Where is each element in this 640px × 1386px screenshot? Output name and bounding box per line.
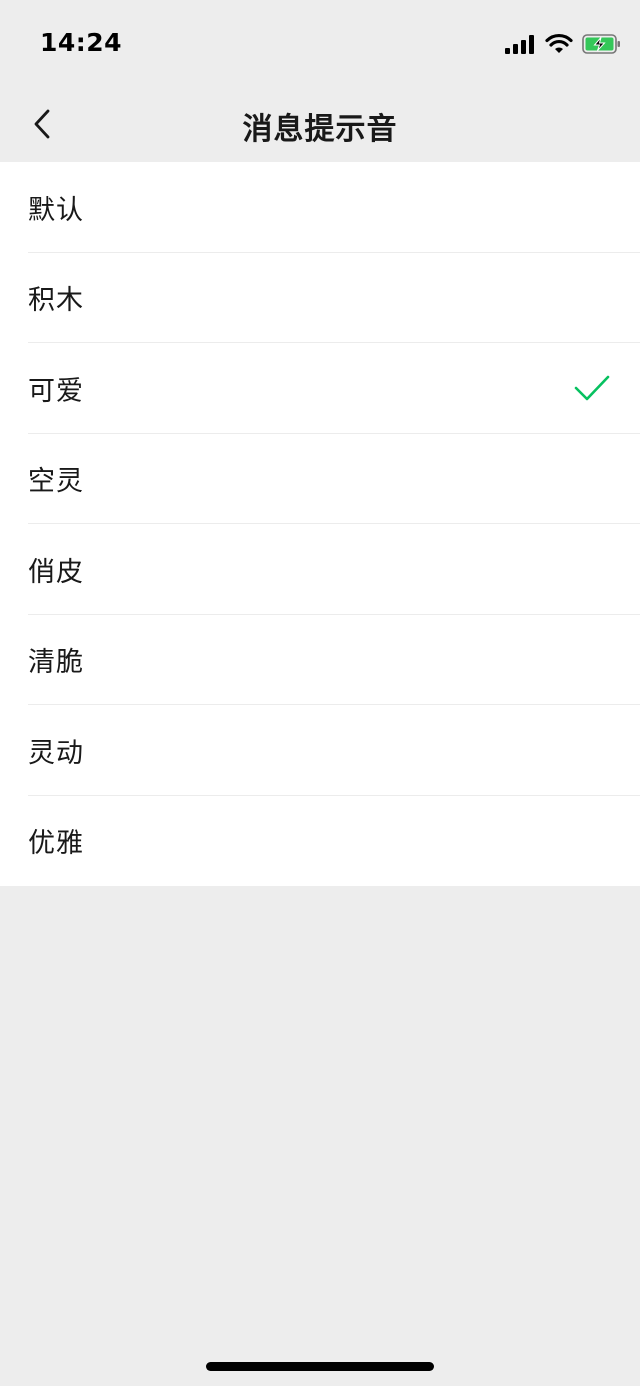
- page-title: 消息提示音: [242, 112, 398, 147]
- tone-item[interactable]: 空灵: [0, 434, 640, 524]
- nav-bar: 消息提示音: [0, 86, 640, 162]
- tone-label: 俏皮: [28, 556, 84, 588]
- wifi-icon: [545, 33, 573, 53]
- tone-item[interactable]: 可爱: [0, 343, 640, 434]
- tone-label: 优雅: [28, 828, 84, 860]
- tone-item[interactable]: 积木: [0, 253, 640, 343]
- tone-item[interactable]: 清脆: [0, 615, 640, 705]
- tone-label: 空灵: [28, 466, 84, 498]
- tone-item[interactable]: 优雅: [0, 796, 640, 887]
- signal-icon: [505, 34, 535, 54]
- tone-label: 清脆: [28, 647, 84, 679]
- tone-item[interactable]: 俏皮: [0, 524, 640, 615]
- home-indicator: [206, 1362, 434, 1371]
- checkmark-icon: [574, 375, 610, 401]
- battery-charging-icon: [582, 34, 620, 54]
- tone-label: 可爱: [28, 375, 84, 407]
- tone-label: 默认: [28, 194, 84, 226]
- tone-item[interactable]: 灵动: [0, 705, 640, 796]
- tone-list: 默认 积木 可爱 空灵 俏皮 清脆 灵动 优雅: [0, 162, 640, 886]
- status-bar: 14:24: [0, 0, 640, 86]
- tone-label: 灵动: [28, 737, 84, 769]
- tone-item[interactable]: 默认: [0, 162, 640, 253]
- status-icons: [505, 32, 622, 56]
- tone-label: 积木: [28, 285, 84, 317]
- status-time: 14:24: [40, 28, 123, 57]
